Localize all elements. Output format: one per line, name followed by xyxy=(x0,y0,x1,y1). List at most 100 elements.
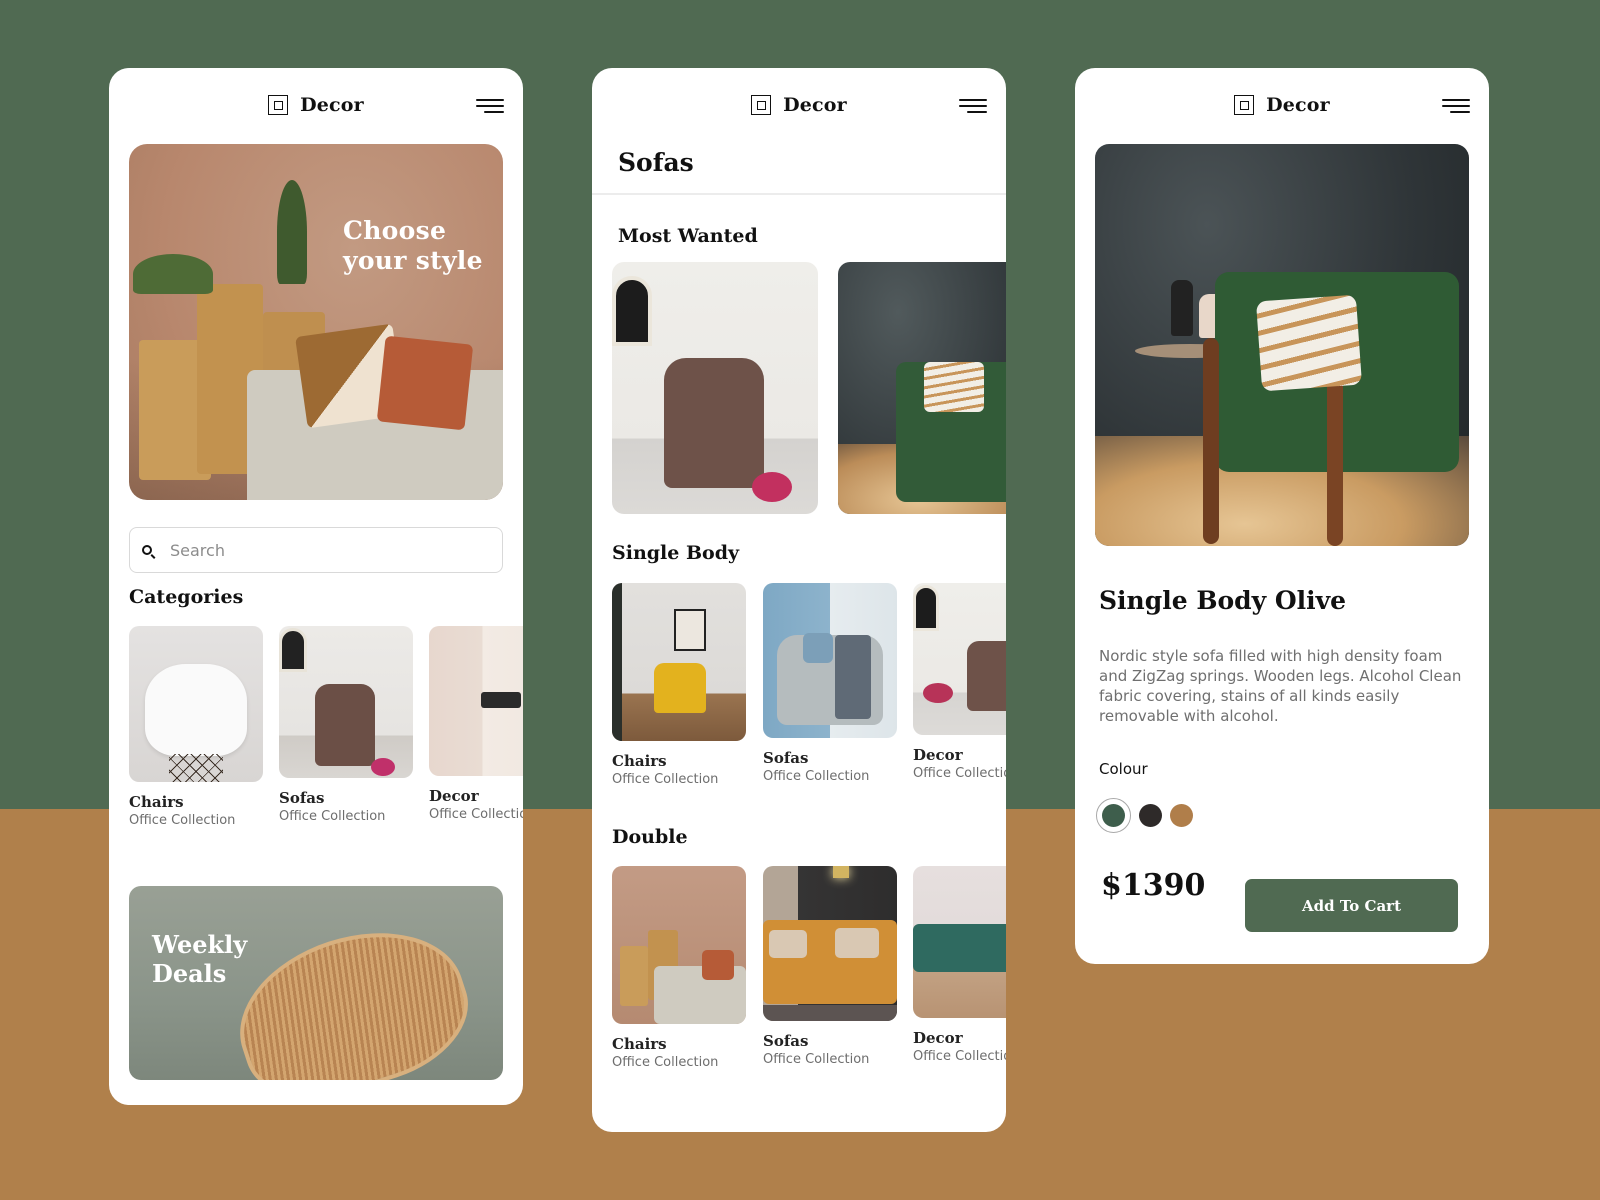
arched-window-shape xyxy=(913,585,939,631)
double-card-sofas[interactable]: Sofas Office Collection xyxy=(763,866,897,1067)
vase-shape xyxy=(1171,280,1193,336)
card-image xyxy=(763,866,897,1021)
categories-heading: Categories xyxy=(129,586,244,608)
chair-legs-shape xyxy=(169,754,223,782)
brand-name: Decor xyxy=(783,94,847,116)
arched-window-shape xyxy=(279,628,307,672)
brand-name: Decor xyxy=(1266,94,1330,116)
card-image xyxy=(612,583,746,741)
single-body-card-decor[interactable]: Decor Office Collection xyxy=(913,583,1006,781)
product-title: Single Body Olive xyxy=(1099,586,1347,615)
price: $1390 xyxy=(1101,868,1206,903)
hamburger-menu-icon[interactable] xyxy=(476,99,504,115)
striped-pillow-shape xyxy=(924,362,984,412)
hero-banner[interactable]: Choose your style xyxy=(129,144,503,500)
hamburger-menu-icon[interactable] xyxy=(1442,99,1470,115)
striped-pillow-shape xyxy=(1255,294,1363,392)
armchair-shape xyxy=(967,641,1006,711)
category-image xyxy=(279,626,413,778)
colour-swatches xyxy=(1096,798,1193,833)
teal-sofa-shape xyxy=(913,924,1006,972)
armchair-shape xyxy=(664,358,764,488)
colour-option-tan[interactable] xyxy=(1170,804,1193,827)
listing-screen: Decor Sofas Most Wanted Single Body Chai… xyxy=(592,68,1006,1132)
armchair-shape xyxy=(315,684,375,766)
category-image xyxy=(429,626,523,776)
wall-art-shape xyxy=(674,609,706,651)
card-title: Decor xyxy=(913,1029,963,1047)
card-subtitle: Office Collection xyxy=(279,809,386,824)
card-title: Chairs xyxy=(612,752,667,770)
card-image xyxy=(763,583,897,738)
card-subtitle: Office Collection xyxy=(612,772,719,787)
colour-option-charcoal[interactable] xyxy=(1139,804,1162,827)
double-card-decor[interactable]: Decor Office Collection xyxy=(913,866,1006,1064)
pillow-shape xyxy=(769,930,807,958)
top-bar: Decor xyxy=(109,68,523,144)
search-field[interactable] xyxy=(129,527,503,573)
card-subtitle: Office Collection xyxy=(913,766,1006,781)
white-chair-shape xyxy=(145,664,247,756)
hero-image-plant xyxy=(277,180,307,284)
colour-swatch xyxy=(1102,804,1125,827)
divider xyxy=(592,193,1006,195)
brand[interactable]: Decor xyxy=(592,94,1006,116)
card-title: Chairs xyxy=(129,793,184,811)
hero-heading-line1: Choose xyxy=(343,216,447,245)
weekly-deals-banner[interactable]: Weekly Deals xyxy=(129,886,503,1080)
card-image xyxy=(913,583,1006,735)
square-logo-icon xyxy=(1234,95,1255,115)
single-body-heading: Single Body xyxy=(612,542,740,564)
rattan-chair-shape xyxy=(219,906,485,1080)
card-subtitle: Office Collection xyxy=(429,807,523,822)
hero-image-plant xyxy=(133,254,213,294)
top-bar: Decor xyxy=(592,68,1006,144)
top-bar: Decor xyxy=(1075,68,1489,144)
double-card-chairs[interactable]: Chairs Office Collection xyxy=(612,866,746,1070)
blue-pillow-shape xyxy=(803,633,833,663)
category-card-sofas[interactable]: Sofas Office Collection xyxy=(279,626,413,824)
floor-shape xyxy=(763,1005,897,1021)
page-title: Sofas xyxy=(618,148,694,177)
square-logo-icon xyxy=(268,95,289,115)
colour-swatch xyxy=(1139,804,1162,827)
most-wanted-heading: Most Wanted xyxy=(618,225,758,247)
deals-line2: Deals xyxy=(152,959,227,988)
hero-heading-line2: your style xyxy=(343,246,483,275)
card-image xyxy=(913,866,1006,1018)
yellow-chair-shape xyxy=(654,663,706,713)
card-subtitle: Office Collection xyxy=(612,1055,719,1070)
square-logo-icon xyxy=(751,95,772,115)
double-heading: Double xyxy=(612,826,688,848)
card-title: Decor xyxy=(913,746,963,764)
category-card-decor[interactable]: Decor Office Collection xyxy=(429,626,523,822)
single-body-card-chairs[interactable]: Chairs Office Collection xyxy=(612,583,746,787)
card-title: Sofas xyxy=(763,1032,809,1050)
weekly-deals-heading: Weekly Deals xyxy=(152,930,247,988)
hero-heading: Choose your style xyxy=(343,216,483,276)
most-wanted-card-olive-chair[interactable] xyxy=(838,262,1006,514)
wooden-arm-shape xyxy=(1203,338,1219,544)
search-input[interactable] xyxy=(170,540,470,560)
brand[interactable]: Decor xyxy=(109,94,523,116)
single-body-card-sofas[interactable]: Sofas Office Collection xyxy=(763,583,897,784)
card-subtitle: Office Collection xyxy=(763,1052,870,1067)
throw-blanket-shape xyxy=(835,635,871,719)
hamburger-menu-icon[interactable] xyxy=(959,99,987,115)
pedestal-shape xyxy=(620,946,648,1006)
card-title: Sofas xyxy=(763,749,809,767)
product-screen: Decor Single Body Olive Nordic style sof… xyxy=(1075,68,1489,964)
brand[interactable]: Decor xyxy=(1075,94,1489,116)
door-shape xyxy=(612,583,622,741)
card-subtitle: Office Collection xyxy=(763,769,870,784)
add-to-cart-button[interactable]: Add To Cart xyxy=(1245,879,1458,932)
small-sofa-shape xyxy=(481,692,521,708)
brand-name: Decor xyxy=(300,94,364,116)
flowers-shape xyxy=(371,758,395,776)
product-image xyxy=(1095,144,1469,546)
most-wanted-card-armchair[interactable] xyxy=(612,262,818,514)
card-title: Decor xyxy=(429,787,479,805)
category-card-chairs[interactable]: Chairs Office Collection xyxy=(129,626,263,828)
colour-option-green[interactable] xyxy=(1096,798,1131,833)
card-title: Chairs xyxy=(612,1035,667,1053)
